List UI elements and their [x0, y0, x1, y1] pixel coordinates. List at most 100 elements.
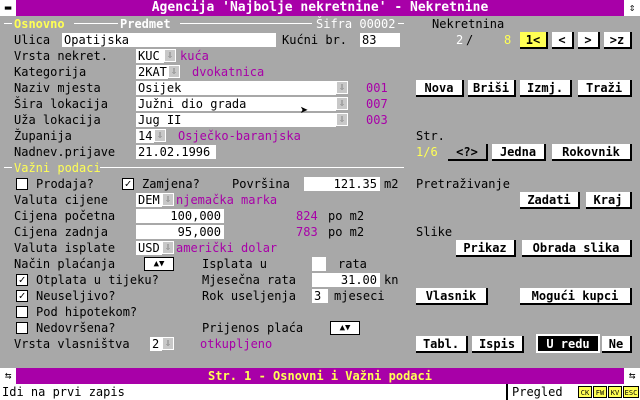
cijena-pocetna-m2: 824: [296, 209, 318, 223]
system-menu-icon[interactable]: ▬: [0, 0, 16, 16]
mjesecna-label: Mjesečna rata: [202, 273, 296, 287]
prev-record-button[interactable]: <: [552, 32, 574, 49]
cijena-zadnja-label: Cijena zadnja: [14, 225, 108, 239]
vrsta-name: kuća: [180, 49, 209, 63]
vrsta-dropdown-icon[interactable]: ⇩: [164, 49, 176, 62]
prikaz-button[interactable]: Prikaz: [456, 240, 516, 257]
mouse-cursor-icon: ➤: [300, 103, 309, 119]
key-ck-icon: CK: [578, 386, 592, 398]
tab-predmet[interactable]: Predmet: [120, 17, 171, 31]
zupanija-code-field[interactable]: 14: [136, 129, 154, 143]
otplata-label: Otplata u tijeku?: [36, 273, 159, 287]
nadnev-field[interactable]: 21.02.1996: [136, 145, 216, 159]
valuta-isplate-field[interactable]: USD: [136, 241, 162, 255]
neuseljivo-label: Neuseljivo?: [36, 289, 116, 303]
valuta-code-field[interactable]: DEM: [136, 193, 162, 207]
sira-label: Šira lokacija: [14, 97, 108, 111]
tab-osnovno[interactable]: Osnovno: [14, 17, 65, 31]
otplata-checkbox[interactable]: ✓: [16, 274, 28, 286]
cijena-pocetna-label: Cijena početna: [14, 209, 116, 223]
vlasnistvo-dropdown-icon[interactable]: ⇩: [162, 337, 174, 350]
rok-field[interactable]: 3: [312, 289, 328, 303]
rokovnik-button[interactable]: Rokovnik: [552, 144, 632, 161]
record-total: 8: [504, 33, 512, 47]
record-separator: /: [466, 33, 474, 47]
prijenos-label: Prijenos plaća: [202, 321, 304, 335]
ispis-button[interactable]: Ispis: [472, 336, 524, 353]
ulica-field[interactable]: Opatijska: [62, 33, 276, 47]
u-redu-button[interactable]: U redu: [536, 334, 600, 353]
jedna-button[interactable]: Jedna: [492, 144, 546, 161]
cijena-zadnja-field[interactable]: 95,000: [136, 225, 224, 239]
neuseljivo-checkbox[interactable]: ✓: [16, 290, 28, 302]
obrada-slika-button[interactable]: Obrada slika: [522, 240, 632, 257]
mjesecna-unit: kn: [384, 273, 399, 287]
prodaja-checkbox[interactable]: [16, 178, 28, 190]
nedovrsena-checkbox[interactable]: [16, 322, 28, 334]
kategorija-label: Kategorija: [14, 65, 87, 79]
brisi-button[interactable]: Briši: [468, 80, 516, 97]
nova-button[interactable]: Nova: [416, 80, 464, 97]
mjesto-code: 001: [366, 81, 388, 95]
po-m2-label: po m2: [328, 209, 365, 223]
valuta-dropdown-icon[interactable]: ⇩: [162, 193, 174, 206]
povrsina-unit: m2: [384, 177, 399, 191]
kategorija-dropdown-icon[interactable]: ⇩: [168, 65, 180, 78]
kraj-button[interactable]: Kraj: [586, 192, 632, 209]
ne-button[interactable]: Ne: [602, 336, 632, 353]
nacin-spinner-icon[interactable]: ▲▼: [144, 257, 174, 271]
cijena-zadnja-m2: 783: [296, 225, 318, 239]
resize-left-icon[interactable]: ⇆: [0, 368, 16, 384]
zadati-button[interactable]: Zadati: [520, 192, 580, 209]
vrsta-code-field[interactable]: KUC: [136, 49, 164, 63]
str-value: 1/6: [416, 145, 438, 159]
rok-label: Rok useljenja: [202, 289, 296, 303]
cijena-pocetna-field[interactable]: 100,000: [136, 209, 224, 223]
nadnev-label: Nadnev.prijave: [14, 145, 116, 159]
valuta-name: njemačka marka: [176, 193, 278, 207]
trazi-button[interactable]: Traži: [578, 80, 632, 97]
izmj-button[interactable]: Izmj.: [520, 80, 572, 97]
mode-indicator: Pregled: [506, 384, 563, 400]
valuta-isplate-label: Valuta isplate: [14, 241, 116, 255]
moguci-kupci-button[interactable]: Mogući kupci: [520, 288, 632, 305]
record-code: Šifra 00002: [316, 17, 396, 31]
povrsina-field[interactable]: 121.35: [304, 177, 380, 191]
vlasnistvo-code-field[interactable]: 2: [150, 337, 162, 351]
hipoteka-checkbox[interactable]: [16, 306, 28, 318]
next-record-button[interactable]: >: [578, 32, 600, 49]
vlasnik-button[interactable]: Vlasnik: [416, 288, 488, 305]
vlasnistvo-label: Vrsta vlasništva: [14, 337, 130, 351]
kategorija-code-field[interactable]: 2KAT: [136, 65, 168, 79]
isplata-field[interactable]: [312, 257, 326, 271]
first-record-button[interactable]: 1<: [520, 32, 548, 49]
zupanija-name: Osječko-baranjska: [178, 129, 301, 143]
valuta-label: Valuta cijene: [14, 193, 108, 207]
key-fw-icon: FW: [593, 386, 607, 398]
resize-right-icon[interactable]: ⇆: [624, 368, 640, 384]
key-esc-icon: ESC: [623, 386, 639, 398]
zupanija-label: Županija: [14, 129, 72, 143]
slike-label: Slike: [416, 225, 453, 239]
prijenos-spinner-icon[interactable]: ▲▼: [330, 321, 360, 335]
mjesto-field[interactable]: Osijek: [136, 81, 336, 95]
zamjena-checkbox[interactable]: ✓: [122, 178, 134, 190]
zupanija-dropdown-icon[interactable]: ⇩: [154, 129, 166, 142]
key-kv-icon: KV: [608, 386, 622, 398]
uza-dropdown-icon[interactable]: ⇩: [336, 113, 348, 126]
last-record-button[interactable]: >z: [604, 32, 632, 49]
mjesecna-field[interactable]: 31.00: [312, 273, 380, 287]
status-hint: Idi na prvi zapis: [2, 385, 125, 399]
kucni-field[interactable]: 83: [360, 33, 400, 47]
valuta-isplate-dropdown-icon[interactable]: ⇩: [162, 241, 174, 254]
maximize-icon[interactable]: ⇕: [624, 0, 640, 16]
help-button[interactable]: <?>: [448, 144, 488, 161]
tabl-button[interactable]: Tabl.: [416, 336, 468, 353]
prodaja-label: Prodaja?: [36, 177, 94, 191]
kucni-label: Kućni br.: [282, 33, 348, 47]
nekretnina-label: Nekretnina: [432, 17, 505, 31]
mjesto-dropdown-icon[interactable]: ⇩: [336, 81, 348, 94]
uza-label: Uža lokacija: [14, 113, 101, 127]
valuta-isplate-name: američki dolar: [176, 241, 278, 255]
sira-dropdown-icon[interactable]: ⇩: [336, 97, 348, 110]
